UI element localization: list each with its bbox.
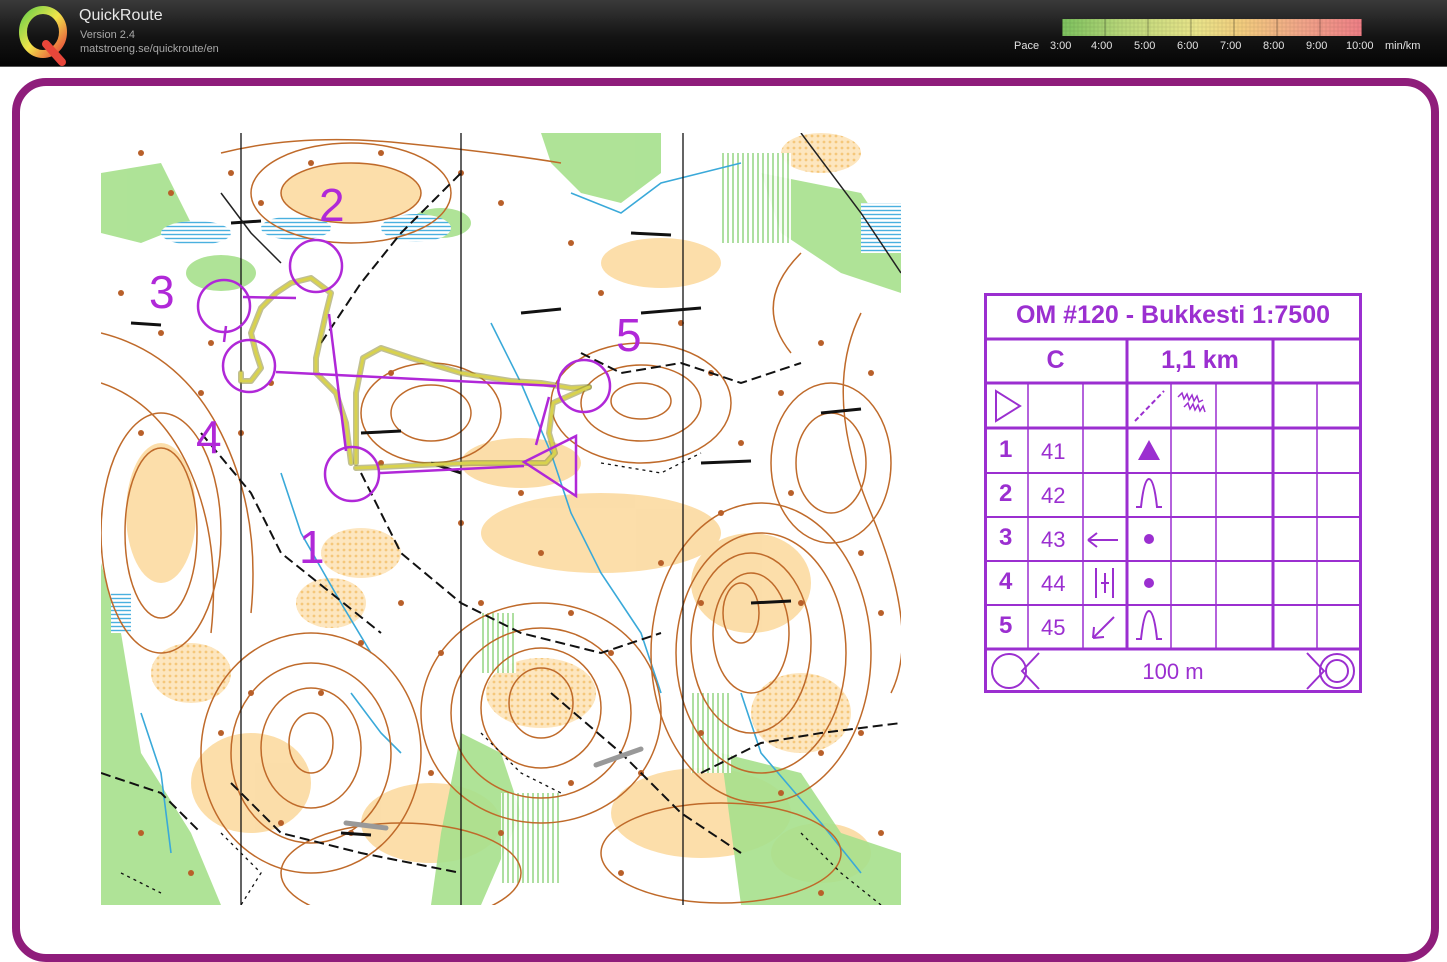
terrain-symbol-icon [1177,391,1206,413]
control-number-1: 1 [299,521,325,573]
pace-scale-labels: Pace 3:00 4:00 5:00 6:00 7:00 8:00 9:00 … [1014,40,1444,54]
pace-color-scale [1062,19,1362,36]
pace-label: 4:00 [1091,40,1113,52]
map-canvas[interactable]: 1 2 3 4 5 [101,133,901,905]
app-header: QuickRoute Version 2.4 matstroeng.se/qui… [0,0,1447,67]
knoll-feature-icon [1136,477,1162,508]
control-number-3: 3 [149,266,175,318]
control-row-number: 4 [999,568,1013,595]
southwest-arrow-icon [1092,616,1115,639]
course-leg [242,295,297,300]
control-row-code: 42 [1041,483,1066,508]
pace-prefix: Pace [1014,40,1040,52]
start-symbol-icon [995,389,1022,423]
control-number-5: 5 [616,309,642,361]
orienteering-map[interactable]: 1 2 3 4 5 [101,133,901,905]
triangle-feature-icon [1138,440,1160,460]
knoll-feature-icon [1136,609,1162,640]
west-arrow-icon [1087,532,1118,548]
control-row-code: 41 [1041,439,1066,464]
between-symbol-icon [1095,568,1114,598]
control-row-number: 2 [999,480,1013,507]
crossing-symbol-icon [1134,390,1165,422]
pace-label: 5:00 [1134,40,1156,52]
control-row-number: 3 [999,524,1013,551]
control-row-number: 1 [999,436,1013,463]
control-row-number: 5 [999,612,1013,639]
control-row-code: 43 [1041,527,1066,552]
app-url[interactable]: matstroeng.se/quickroute/en [80,43,219,55]
pace-unit: min/km [1385,40,1421,52]
control-row-code: 44 [1041,571,1066,596]
app-title: QuickRoute [79,7,163,24]
pace-label: 7:00 [1220,40,1242,52]
app-version: Version 2.4 [80,29,136,41]
pace-label: 8:00 [1263,40,1285,52]
course-length: 1,1 km [1161,346,1239,374]
pace-label: 3:00 [1050,40,1072,52]
control-row-code: 45 [1041,615,1066,640]
pace-label: 9:00 [1306,40,1328,52]
dot-feature-icon [1144,578,1154,588]
control-number-2: 2 [319,179,345,231]
dot-feature-icon [1144,534,1154,544]
finish-distance: 100 m [1142,659,1204,684]
course-title: OM #120 - Bukkesti 1:7500 [1015,301,1331,329]
course-class: C [1046,346,1065,374]
control-description-sheet: OM #120 - Bukkesti 1:7500 C 1,1 km 1 41 … [984,293,1362,693]
control-number-4: 4 [196,411,222,463]
pace-label: 6:00 [1177,40,1199,52]
quickroute-logo-icon [19,6,67,66]
pace-label: 10:00 [1346,40,1374,52]
